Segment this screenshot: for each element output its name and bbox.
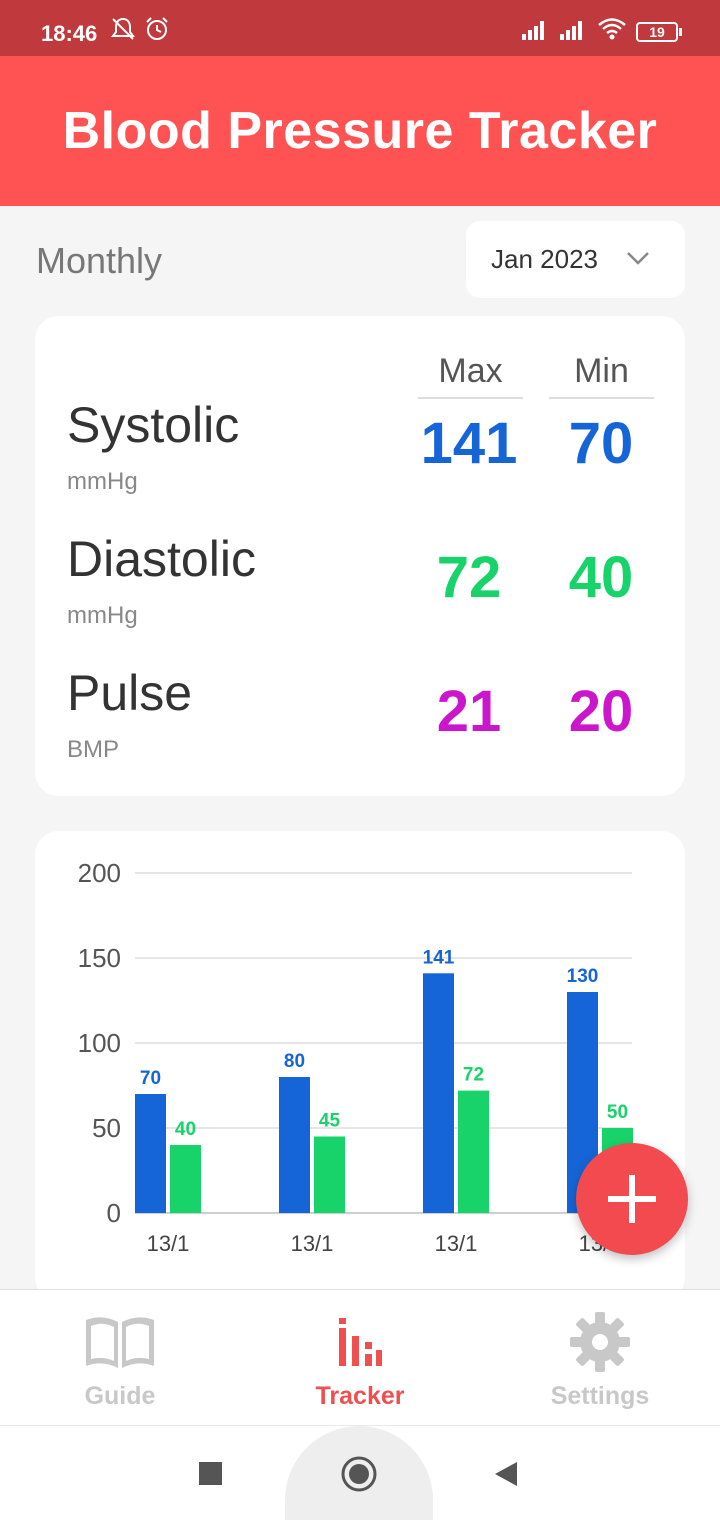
systolic-label: Systolic [67, 397, 240, 453]
app-header: Blood Pressure Tracker [0, 56, 720, 206]
battery-icon: 19 [636, 22, 678, 42]
battery-level: 19 [649, 24, 665, 40]
nav-label-settings: Settings [550, 1382, 650, 1410]
bottom-nav: Guide Tracker Settings [0, 1289, 720, 1425]
bar [279, 1077, 310, 1213]
diastolic-label: Diastolic [67, 531, 256, 587]
chevron-down-icon [627, 252, 649, 265]
pulse-label: Pulse [67, 665, 193, 721]
app-title: Blood Pressure Tracker [62, 102, 658, 160]
bar [170, 1145, 201, 1213]
diastolic-max-value: 72 [436, 545, 502, 610]
diastolic-unit: mmHg [67, 602, 138, 629]
wifi-icon [598, 18, 626, 40]
y-tick-label: 150 [78, 943, 121, 973]
x-tick-label: 13/1 [147, 1231, 190, 1256]
month-dropdown[interactable]: Jan 2023 [466, 221, 685, 298]
status-time: 18:46 [41, 21, 98, 46]
data-label: 80 [284, 1051, 305, 1072]
nav-label-guide: Guide [84, 1382, 156, 1410]
data-label: 141 [423, 947, 455, 968]
systolic-max-value: 141 [420, 411, 518, 476]
home-icon[interactable] [340, 1455, 378, 1493]
diastolic-min-value: 40 [568, 545, 634, 610]
pulse-unit: BMP [67, 736, 120, 763]
data-label: 70 [140, 1068, 161, 1089]
data-label: 40 [175, 1119, 196, 1140]
column-header-min: Min [549, 352, 654, 399]
alarm-icon [146, 17, 168, 40]
back-icon[interactable] [493, 1460, 519, 1488]
nav-item-settings[interactable]: Settings [480, 1290, 720, 1426]
x-tick-label: 13/1 [291, 1231, 334, 1256]
data-label: 45 [319, 1111, 341, 1132]
month-value: Jan 2023 [491, 244, 598, 274]
bell-muted-icon [111, 17, 135, 40]
battery-tip [679, 28, 682, 36]
status-bar: 18:46 19 [0, 0, 720, 56]
period-label: Monthly [36, 240, 163, 281]
plus-icon [608, 1175, 656, 1223]
y-tick-label: 50 [92, 1113, 121, 1143]
systolic-min-value: 70 [568, 411, 634, 476]
x-tick-label: 13/1 [435, 1231, 478, 1256]
system-nav-bar [0, 1425, 720, 1520]
data-label: 50 [607, 1102, 628, 1123]
book-icon [86, 1317, 154, 1368]
gear-icon [570, 1312, 630, 1372]
bar [458, 1090, 489, 1213]
nav-label-tracker: Tracker [315, 1382, 405, 1410]
nav-item-tracker[interactable]: Tracker [240, 1290, 480, 1426]
stats-card: Max Min Systolic mmHg 141 70 Diastolic m… [35, 316, 685, 796]
y-tick-label: 200 [78, 858, 121, 888]
bar [423, 973, 454, 1213]
y-tick-label: 0 [107, 1198, 121, 1228]
bar-chart-icon [339, 1318, 382, 1366]
pulse-max-value: 21 [436, 679, 502, 744]
bar [314, 1136, 345, 1213]
data-label: 72 [463, 1065, 484, 1086]
signal-icon-2 [560, 21, 582, 40]
recents-icon[interactable] [199, 1462, 222, 1485]
data-label: 130 [567, 966, 599, 987]
pulse-min-value: 20 [568, 679, 634, 744]
nav-item-guide[interactable]: Guide [0, 1290, 240, 1426]
systolic-unit: mmHg [67, 468, 138, 495]
add-reading-button[interactable] [576, 1143, 688, 1255]
column-header-max: Max [418, 352, 523, 399]
signal-icon [522, 21, 544, 40]
bar [135, 1094, 166, 1213]
y-tick-label: 100 [78, 1028, 121, 1058]
